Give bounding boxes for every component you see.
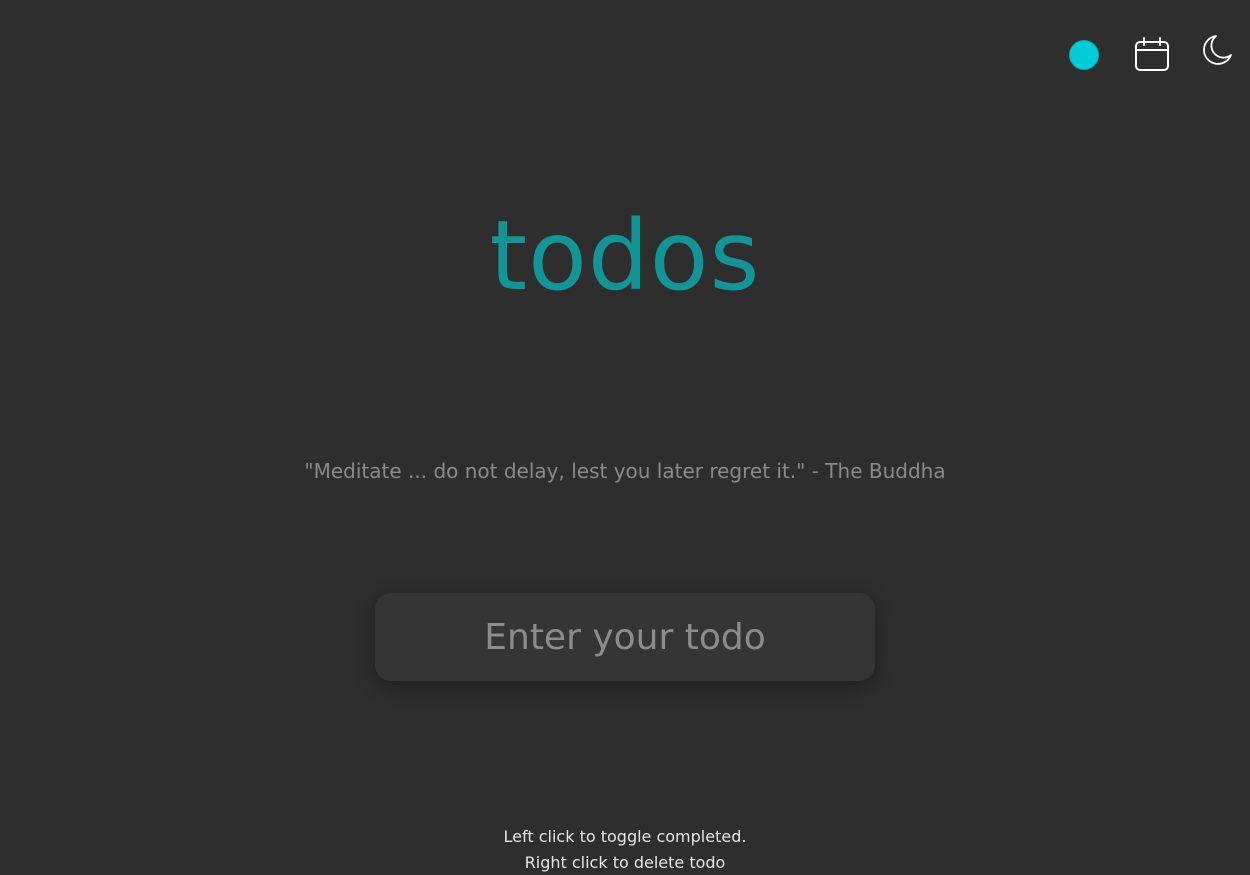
- todo-app: todos "Meditate ... do not delay, lest y…: [0, 0, 1250, 875]
- help-line-toggle: Left click to toggle completed.: [503, 827, 747, 846]
- app-title: todos: [489, 200, 761, 312]
- calendar-icon[interactable]: [1134, 37, 1170, 73]
- color-picker-dot[interactable]: [1069, 40, 1099, 70]
- help-line-delete: Right click to delete todo: [524, 853, 726, 872]
- help-text: Left click to toggle completed. Right cl…: [0, 824, 1250, 875]
- quote-text: "Meditate ... do not delay, lest you lat…: [304, 459, 946, 483]
- todo-input-container: [375, 593, 875, 681]
- moon-icon[interactable]: [1200, 33, 1234, 67]
- todo-input[interactable]: [375, 593, 875, 681]
